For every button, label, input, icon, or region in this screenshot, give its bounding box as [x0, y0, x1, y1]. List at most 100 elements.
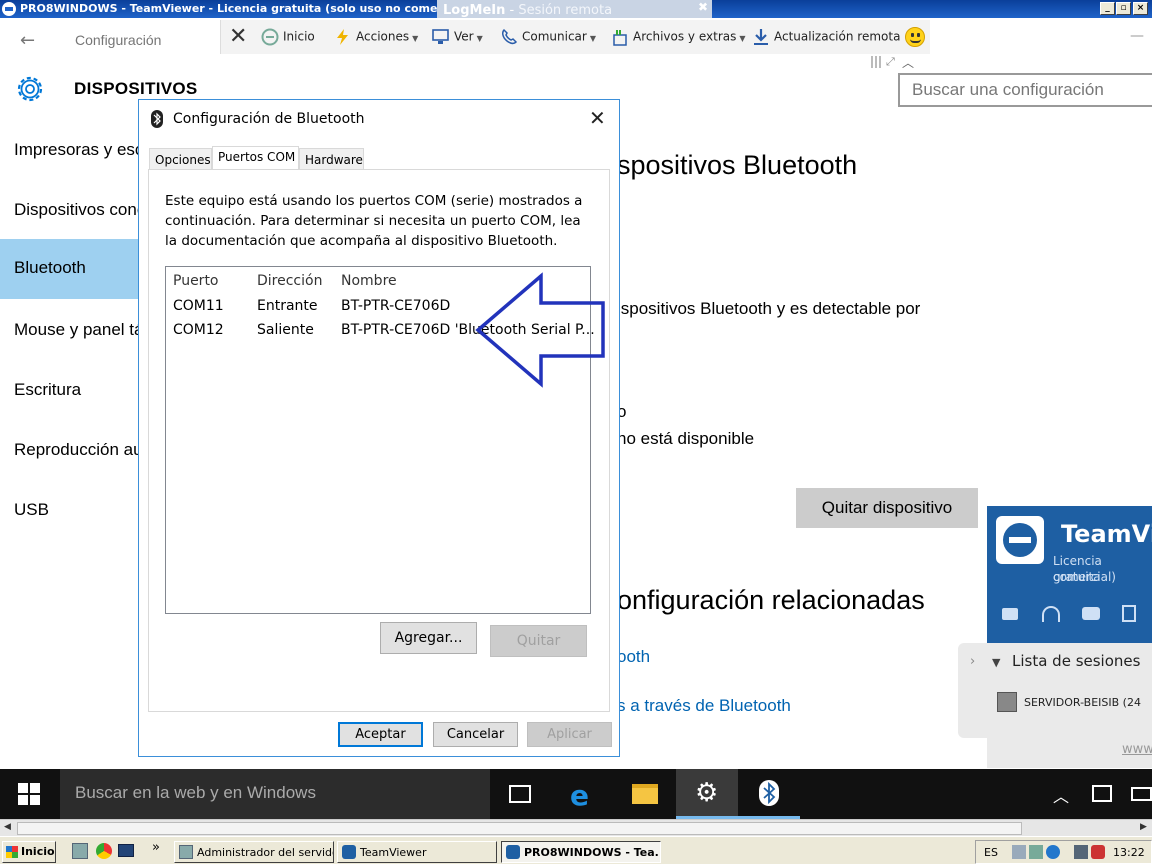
- keyboard-icon[interactable]: [1131, 787, 1152, 801]
- windows-logo-icon[interactable]: [18, 783, 40, 805]
- chevron-down-icon: ▼: [739, 33, 746, 43]
- remove-device-button[interactable]: Quitar dispositivo: [796, 488, 978, 528]
- close-window-button[interactable]: ×: [1133, 2, 1148, 15]
- settings-search-input[interactable]: Buscar una configuración: [898, 73, 1152, 107]
- session-list-panel: › ▼ Lista de sesiones SERVIDOR-BEISIB (2…: [958, 643, 1152, 738]
- teamviewer-web-link[interactable]: www: [1122, 742, 1152, 757]
- task-view-icon[interactable]: [490, 769, 552, 819]
- toolbar-inicio[interactable]: Inicio: [261, 28, 315, 46]
- toolbar-acciones[interactable]: Acciones ▼: [334, 28, 418, 46]
- task-pro8windows[interactable]: PRO8WINDOWS - Tea...: [501, 841, 661, 863]
- chevron-down-icon[interactable]: ▼: [992, 656, 1000, 669]
- toolbar-actualizacion[interactable]: Actualización remota: [752, 28, 900, 46]
- maximize-button[interactable]: ▫: [1116, 2, 1131, 15]
- tab-opciones[interactable]: Opciones: [149, 148, 212, 170]
- toolbar-archivos[interactable]: Archivos y extras ▼: [611, 28, 746, 46]
- session-item[interactable]: SERVIDOR-BEISIB (24: [1024, 696, 1141, 709]
- teamviewer-panel-iconbar: [987, 594, 1152, 640]
- toolbar-grip-icon[interactable]: [871, 56, 883, 68]
- tab-hardware[interactable]: Hardware: [299, 148, 364, 170]
- add-port-button[interactable]: Agregar...: [380, 622, 477, 654]
- settings-icon[interactable]: ⚙: [676, 769, 738, 819]
- lightning-icon: [337, 29, 348, 45]
- task-label: Administrador del servidor: [197, 846, 334, 859]
- tray-app-icon[interactable]: [1029, 845, 1043, 859]
- logmein-brand: LogMeIn: [443, 3, 506, 18]
- cell-puerto: COM11: [173, 298, 224, 314]
- server-manager-quicklaunch-icon[interactable]: [72, 843, 88, 859]
- start-button[interactable]: Inicio: [2, 841, 56, 863]
- tray-globe-icon[interactable]: [1046, 845, 1060, 859]
- expand-panel-icon[interactable]: ›: [970, 654, 975, 669]
- teamviewer-brand: TeamVi: [1061, 520, 1152, 548]
- smiley-icon[interactable]: [905, 27, 925, 47]
- task-label: TeamViewer: [360, 846, 427, 859]
- apply-button[interactable]: Aplicar: [527, 722, 612, 747]
- nav-item-reproduccion[interactable]: Reproducción automática: [0, 421, 140, 481]
- headset-icon[interactable]: [1042, 606, 1060, 622]
- chevron-up-icon[interactable]: ︿: [1053, 783, 1069, 807]
- teamviewer-icon: [996, 516, 1044, 564]
- collapse-toolbar-icon[interactable]: ︿: [902, 54, 914, 71]
- task-administrador[interactable]: Administrador del servidor: [174, 841, 334, 863]
- close-icon[interactable]: ✖: [698, 0, 708, 14]
- avatar: [997, 692, 1017, 712]
- settings-header-title: Configuración: [75, 32, 162, 48]
- teamviewer-panel-footer: www: [987, 738, 1152, 768]
- task-teamviewer[interactable]: TeamViewer: [337, 841, 497, 863]
- desktop-icon[interactable]: [118, 844, 134, 857]
- close-icon[interactable]: ✕: [589, 106, 606, 130]
- folder-icon[interactable]: [614, 769, 676, 819]
- files-icon: [613, 30, 627, 46]
- horizontal-scrollbar[interactable]: ◀ ▶: [0, 819, 1152, 836]
- language-indicator[interactable]: ES: [984, 846, 998, 859]
- files-panel-icon[interactable]: [1122, 605, 1136, 622]
- windows10-taskbar: Buscar en la web y en Windows e ⚙ ︿: [0, 769, 1152, 819]
- video-icon[interactable]: [1002, 608, 1018, 620]
- section-title: DISPOSITIVOS: [74, 79, 198, 98]
- nav-item-impresoras[interactable]: Impresoras y escáneres: [0, 121, 140, 181]
- nav-item-dispositivos-conectados[interactable]: Dispositivos conectados: [0, 181, 140, 241]
- edge-icon[interactable]: e: [552, 769, 614, 819]
- session-list-label[interactable]: Lista de sesiones: [1012, 652, 1140, 670]
- toolbar-comunicar[interactable]: Comunicar ▼: [500, 28, 596, 46]
- remove-port-button[interactable]: Quitar: [490, 625, 587, 657]
- chevron-down-icon: ▼: [589, 33, 596, 43]
- nav-item-escritura[interactable]: Escritura: [0, 361, 140, 421]
- clock: 13:22: [1113, 846, 1145, 859]
- minimize-button[interactable]: _: [1100, 2, 1115, 15]
- scrollbar-thumb[interactable]: [17, 822, 1022, 835]
- cell-puerto: COM12: [173, 322, 224, 338]
- scroll-right-icon[interactable]: ▶: [1140, 822, 1147, 832]
- network-icon[interactable]: [1012, 845, 1026, 859]
- toolbar-ver[interactable]: Ver ▼: [432, 28, 483, 46]
- minimize-settings-icon[interactable]: —: [1130, 28, 1144, 44]
- tab-puertos-com[interactable]: Puertos COM: [212, 146, 299, 171]
- taskbar-search-input[interactable]: Buscar en la web y en Windows: [60, 769, 490, 819]
- nav-item-usb[interactable]: USB: [0, 481, 140, 541]
- home-icon: [261, 28, 279, 46]
- chrome-icon[interactable]: [96, 843, 112, 859]
- column-header-direccion[interactable]: Dirección: [257, 273, 322, 289]
- tray-computer-icon[interactable]: [1074, 845, 1088, 859]
- cancel-button[interactable]: Cancelar: [433, 722, 518, 747]
- chevron-down-icon: ▼: [476, 33, 483, 43]
- bluetooth-taskbar-icon[interactable]: [738, 769, 800, 819]
- column-header-nombre[interactable]: Nombre: [341, 273, 397, 289]
- fullscreen-icon[interactable]: ⤢: [886, 55, 895, 69]
- toolbar-ver-label: Ver: [454, 29, 474, 44]
- ok-button[interactable]: Aceptar: [338, 722, 423, 747]
- chat-icon[interactable]: [1082, 607, 1100, 620]
- scroll-left-icon[interactable]: ◀: [4, 822, 11, 832]
- nav-item-bluetooth[interactable]: Bluetooth: [0, 239, 140, 299]
- related-link-send-receive[interactable]: s a través de Bluetooth: [617, 696, 791, 716]
- more-quicklaunch-icon[interactable]: »: [152, 840, 160, 855]
- tray-alert-icon[interactable]: [1091, 845, 1105, 859]
- related-link-bluetooth[interactable]: ooth: [617, 647, 650, 667]
- download-icon: [754, 29, 768, 45]
- close-session-icon[interactable]: ✕: [229, 24, 247, 49]
- column-header-puerto[interactable]: Puerto: [173, 273, 219, 289]
- notifications-icon[interactable]: [1092, 785, 1112, 802]
- back-arrow-icon[interactable]: ←: [20, 30, 35, 51]
- nav-item-mouse[interactable]: Mouse y panel táctil: [0, 301, 140, 361]
